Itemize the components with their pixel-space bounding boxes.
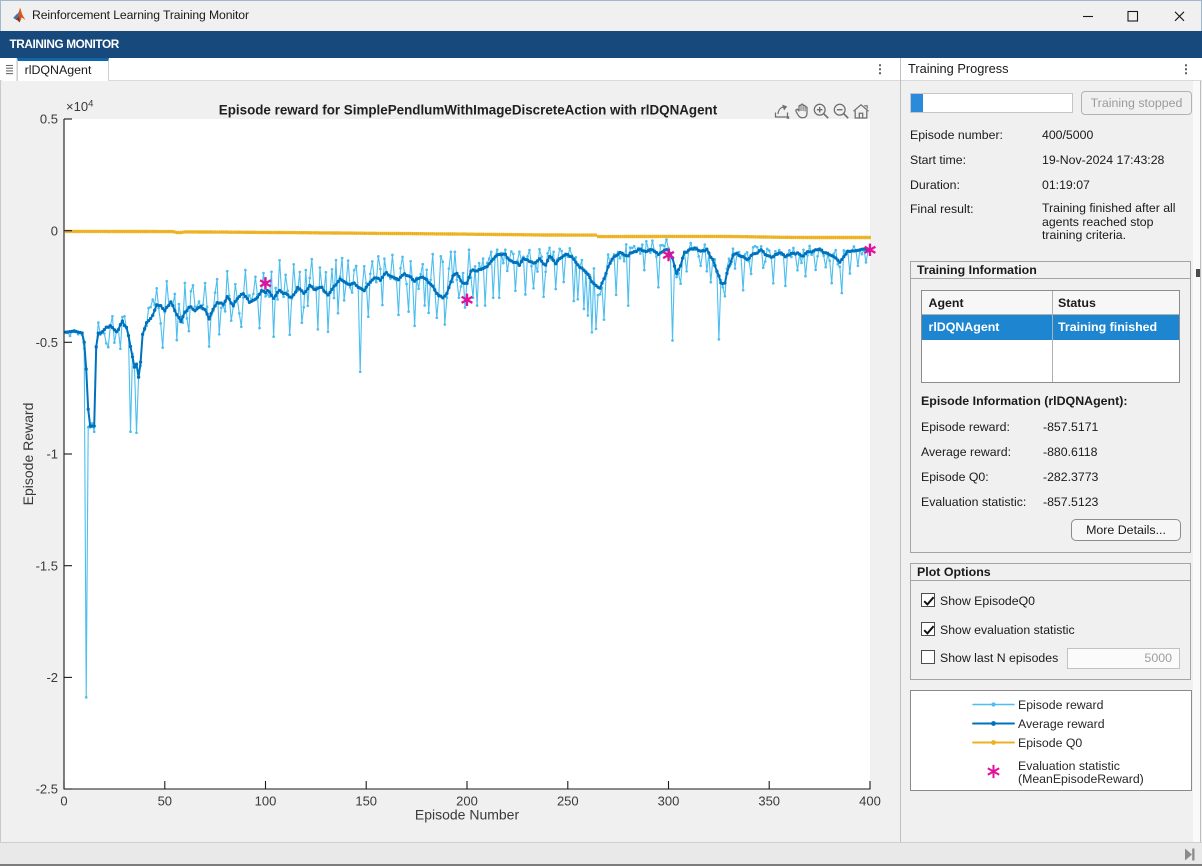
svg-text:150: 150	[355, 794, 377, 809]
svg-text:250: 250	[557, 794, 579, 809]
svg-text:400: 400	[859, 794, 881, 809]
svg-text:-1.5: -1.5	[36, 558, 58, 573]
svg-text:Episode Number: Episode Number	[415, 807, 520, 823]
svg-text:-2.5: -2.5	[36, 782, 58, 797]
svg-text:0: 0	[60, 794, 67, 809]
svg-text:-1: -1	[46, 447, 58, 462]
svg-text:0: 0	[51, 223, 58, 238]
svg-text:Episode reward for SimplePendl: Episode reward for SimplePendlumWithImag…	[219, 103, 718, 118]
svg-text:0.5: 0.5	[40, 112, 58, 127]
svg-text:Episode Reward: Episode Reward	[20, 403, 36, 506]
svg-text:350: 350	[758, 794, 780, 809]
svg-text:-0.5: -0.5	[36, 335, 58, 350]
svg-text:100: 100	[255, 794, 277, 809]
svg-text:50: 50	[158, 794, 172, 809]
svg-text:-2: -2	[46, 670, 58, 685]
svg-text:×104: ×104	[66, 99, 93, 115]
svg-text:300: 300	[658, 794, 680, 809]
